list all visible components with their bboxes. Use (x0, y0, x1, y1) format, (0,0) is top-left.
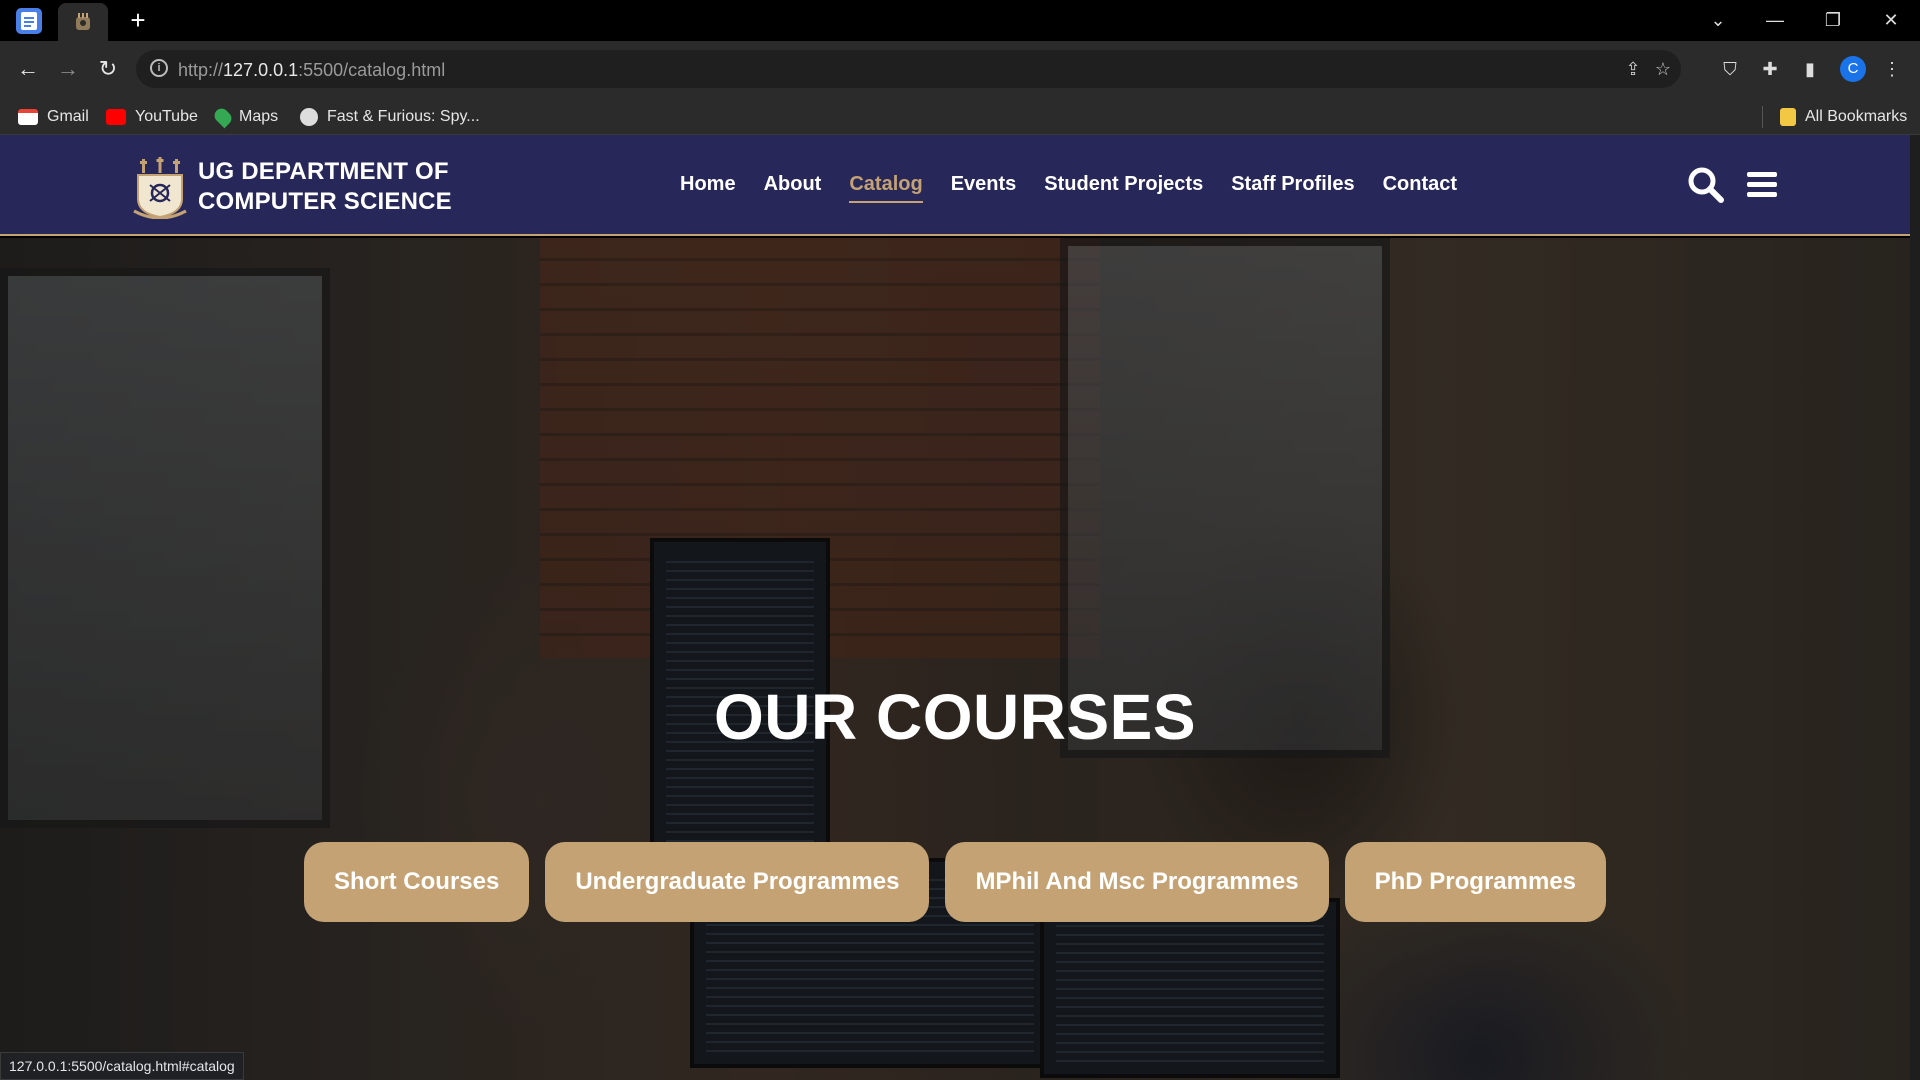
site-info-icon[interactable]: i (150, 59, 168, 77)
all-bookmarks-folder[interactable]: All Bookmarks (1762, 106, 1907, 128)
docs-tab[interactable] (16, 8, 42, 34)
hero-section: OUR COURSES Short Courses Undergraduate … (0, 238, 1910, 1080)
forward-arrow-icon[interactable]: → (54, 55, 82, 83)
course-buttons: Short Courses Undergraduate Programmes M… (0, 842, 1910, 922)
bookmark-maps[interactable]: Maps (211, 105, 278, 129)
share-icon[interactable]: ⇪ (1622, 58, 1644, 80)
ug-crest-logo[interactable] (132, 155, 188, 219)
nav-staff-profiles[interactable]: Staff Profiles (1231, 173, 1354, 200)
extensions-puzzle-icon[interactable]: ✚ (1756, 55, 1784, 83)
short-courses-button[interactable]: Short Courses (303, 842, 530, 922)
hero-dark-overlay (0, 238, 1910, 1080)
bookmarks-divider (1762, 106, 1763, 128)
bookmark-youtube[interactable]: YouTube (106, 106, 198, 128)
browser-toolbar: ← → ↻ i http://127.0.0.1:5500/catalog.ht… (0, 41, 1920, 97)
hamburger-menu-icon[interactable] (1742, 165, 1782, 205)
search-icon[interactable] (1686, 165, 1726, 205)
status-bar-url: 127.0.0.1:5500/catalog.html#catalog (0, 1052, 244, 1080)
tab-search-chevron-icon[interactable]: ⌄ (1703, 8, 1733, 32)
bookmark-fast-furious[interactable]: Fast & Furious: Spy... (300, 106, 480, 128)
restore-icon[interactable]: ❐ (1818, 8, 1848, 32)
kebab-menu-icon[interactable]: ⋮ (1878, 55, 1906, 83)
address-bar[interactable]: i http://127.0.0.1:5500/catalog.html ⇪ ☆ (136, 50, 1681, 88)
main-nav: Home About Catalog Events Student Projec… (680, 173, 1457, 203)
bookmarks-bar: Gmail YouTube Maps Fast & Furious: Spy..… (0, 97, 1920, 135)
mphil-msc-programmes-button[interactable]: MPhil And Msc Programmes (945, 842, 1329, 922)
phd-programmes-button[interactable]: PhD Programmes (1344, 842, 1607, 922)
url-text[interactable]: http://127.0.0.1:5500/catalog.html (178, 60, 445, 81)
site-header: UG DEPARTMENT OF COMPUTER SCIENCE Home A… (0, 135, 1910, 236)
back-arrow-icon[interactable]: ← (14, 55, 42, 83)
docs-icon (21, 12, 37, 30)
maps-icon (211, 105, 235, 129)
youtube-icon (106, 109, 126, 125)
hero-title: OUR COURSES (714, 681, 1196, 753)
site-brand[interactable]: UG DEPARTMENT OF COMPUTER SCIENCE (198, 157, 452, 217)
undergraduate-programmes-button[interactable]: Undergraduate Programmes (545, 842, 930, 922)
nav-contact[interactable]: Contact (1383, 173, 1457, 200)
tab-strip: + ⌄ — ❐ ✕ (0, 0, 1920, 41)
bookmark-star-icon[interactable]: ☆ (1652, 58, 1674, 80)
nav-about[interactable]: About (764, 173, 822, 200)
globe-icon (300, 108, 318, 126)
active-tab[interactable] (58, 3, 108, 41)
nav-events[interactable]: Events (951, 173, 1017, 200)
nav-catalog[interactable]: Catalog (849, 173, 924, 203)
crest-favicon-icon (76, 13, 90, 30)
side-panel-icon[interactable]: ▮ (1796, 55, 1824, 83)
webpage: UG DEPARTMENT OF COMPUTER SCIENCE Home A… (0, 135, 1910, 1080)
nav-student-projects[interactable]: Student Projects (1044, 173, 1203, 200)
page-scrollbar[interactable] (1910, 135, 1920, 1080)
folder-icon (1780, 108, 1796, 126)
gmail-icon (18, 109, 38, 125)
minimize-icon[interactable]: — (1760, 8, 1790, 32)
close-window-icon[interactable]: ✕ (1876, 8, 1906, 32)
shield-extension-icon[interactable]: ⛉ (1716, 55, 1744, 83)
reload-icon[interactable]: ↻ (94, 55, 122, 83)
brand-line-2: COMPUTER SCIENCE (198, 188, 452, 215)
bookmark-gmail[interactable]: Gmail (18, 106, 89, 128)
nav-home[interactable]: Home (680, 173, 736, 200)
profile-avatar[interactable]: C (1840, 56, 1866, 82)
brand-line-1: UG DEPARTMENT OF (198, 158, 449, 185)
new-tab-button[interactable]: + (124, 6, 152, 34)
